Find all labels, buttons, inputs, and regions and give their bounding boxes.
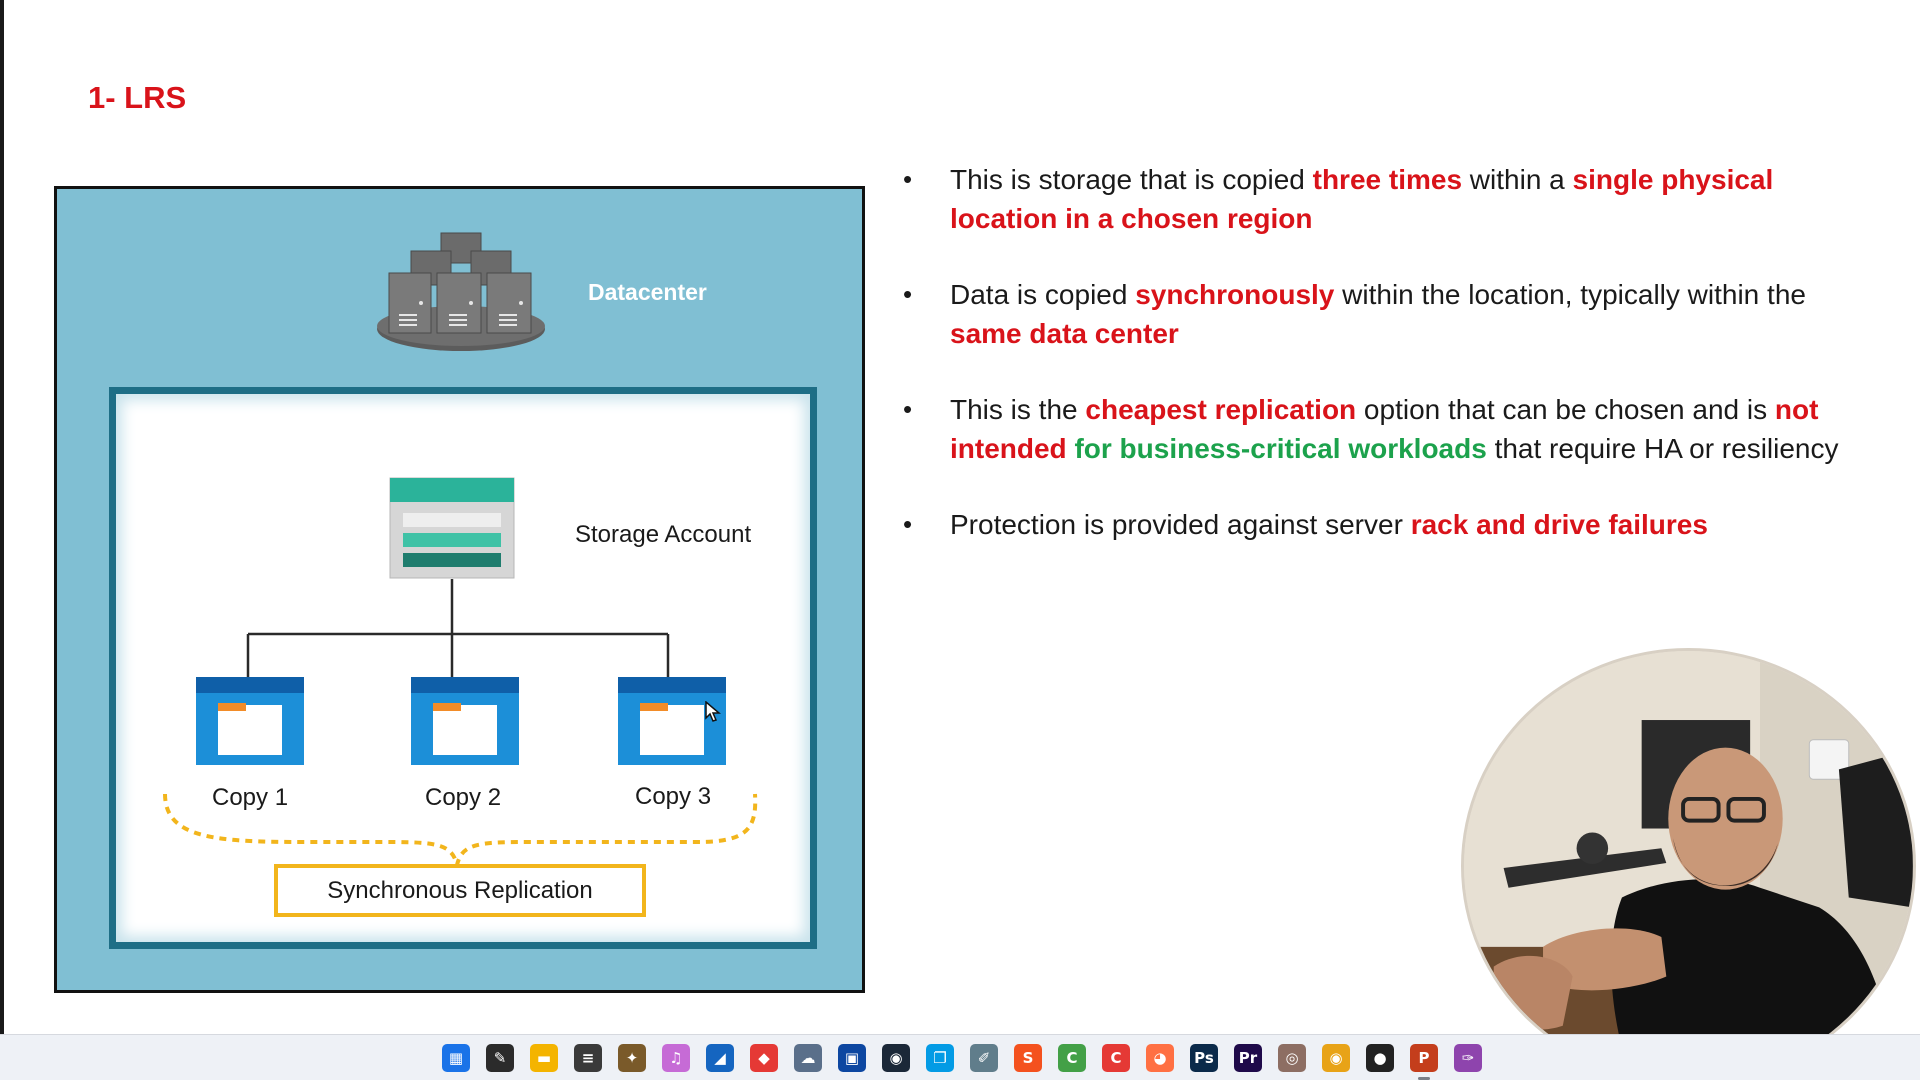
pen-tool-icon[interactable]: ✐ (970, 1044, 998, 1072)
bullet-highlight: rack and drive failures (1410, 509, 1708, 540)
s-app-icon[interactable]: S (1014, 1044, 1042, 1072)
steam-icon[interactable]: ◉ (882, 1044, 910, 1072)
layers-app-icon[interactable]: ≡ (574, 1044, 602, 1072)
remote-desktop-icon[interactable]: ▣ (838, 1044, 866, 1072)
mouse-cursor-icon (705, 701, 721, 722)
bullet-dot: • (903, 279, 913, 309)
bullet-dot: • (903, 164, 913, 194)
synchronous-replication-box: Synchronous Replication (274, 864, 646, 917)
premiere-icon[interactable]: Pr (1234, 1044, 1262, 1072)
camtasia-icon[interactable]: C (1058, 1044, 1086, 1072)
copy-2-label: Copy 2 (425, 784, 502, 811)
bullet-text: This is storage that is copied (950, 164, 1313, 195)
chrome-icon[interactable]: ◉ (1322, 1044, 1350, 1072)
davinci-icon[interactable]: ◎ (1278, 1044, 1306, 1072)
bullet-list: • This is storage that is copied three t… (903, 160, 1863, 581)
photoshop-icon[interactable]: Ps (1190, 1044, 1218, 1072)
bullet-text: This is the (950, 394, 1086, 425)
windows-taskbar: ▦ ✎ ▬ ≡ ✦ ♫ ◢ ◆ ☁ ▣ ◉ ❐ ✐ S C C ◕ Ps Pr ◎ ◉ ● P ✑ (0, 1034, 1920, 1080)
copy-3-label: Copy 3 (635, 783, 712, 810)
bullet-dot: • (903, 509, 913, 539)
anydesk-icon[interactable]: ◆ (750, 1044, 778, 1072)
webcam-feed (1464, 651, 1913, 1080)
storage-account-icon (389, 477, 515, 579)
bullet-text: within a (1462, 164, 1573, 195)
bullet-text: Data is copied (950, 279, 1136, 310)
pen-app-icon[interactable]: ✑ (1454, 1044, 1482, 1072)
obs-icon[interactable]: ● (1366, 1044, 1394, 1072)
bullet-text: that require HA or resiliency (1486, 433, 1839, 464)
copy-1-label: Copy 1 (212, 784, 289, 811)
synchronous-replication-label: Synchronous Replication (327, 876, 593, 904)
bullet-dot: • (903, 394, 913, 424)
system-tray-clock[interactable] (1899, 1043, 1902, 1057)
bullet-item: • This is the cheapest replication optio… (903, 390, 1863, 468)
datacenter-label: Datacenter (588, 279, 707, 305)
virtual-desktop-icon[interactable]: ❐ (926, 1044, 954, 1072)
onedrive-icon[interactable]: ☁ (794, 1044, 822, 1072)
start-menu-icon[interactable]: ▦ (442, 1044, 470, 1072)
storage-account-label: Storage Account (575, 521, 752, 548)
game-app-icon[interactable]: ✦ (618, 1044, 646, 1072)
c-app-icon[interactable]: C (1102, 1044, 1130, 1072)
bullet-highlight: three times (1312, 164, 1463, 195)
bullet-highlight: cheapest replication (1085, 394, 1357, 425)
lrs-diagram: Datacenter Storage Account Copy 1 Copy 2… (54, 186, 865, 993)
bullet-text: Protection is provided against server (950, 509, 1411, 540)
firefox-icon[interactable]: ◕ (1146, 1044, 1174, 1072)
bullet-item: • Data is copied synchronously within th… (903, 275, 1863, 353)
bullet-item: • This is storage that is copied three t… (903, 160, 1863, 238)
bullet-text: option that can be chosen and is (1356, 394, 1775, 425)
sail-app-icon[interactable]: ◢ (706, 1044, 734, 1072)
sticky-notes-icon[interactable]: ✎ (486, 1044, 514, 1072)
datacenter-servers-icon (377, 232, 545, 351)
screen-left-border (0, 0, 4, 1080)
bullet-highlight: same data center (950, 318, 1179, 349)
bullet-item: • Protection is provided against server … (903, 505, 1863, 544)
itunes-icon[interactable]: ♫ (662, 1044, 690, 1072)
bullet-highlight-green: for business-critical workloads (1074, 433, 1487, 464)
copy-2-folder-icon (411, 677, 519, 765)
bullet-text: within the location, typically within th… (1334, 279, 1806, 310)
copy-1-folder-icon (196, 677, 304, 765)
presenter-webcam (1461, 648, 1916, 1080)
bullet-highlight: synchronously (1135, 279, 1335, 310)
file-explorer-icon[interactable]: ▬ (530, 1044, 558, 1072)
powerpoint-icon[interactable]: P (1410, 1044, 1438, 1072)
slide-title: 1- LRS (88, 80, 187, 115)
